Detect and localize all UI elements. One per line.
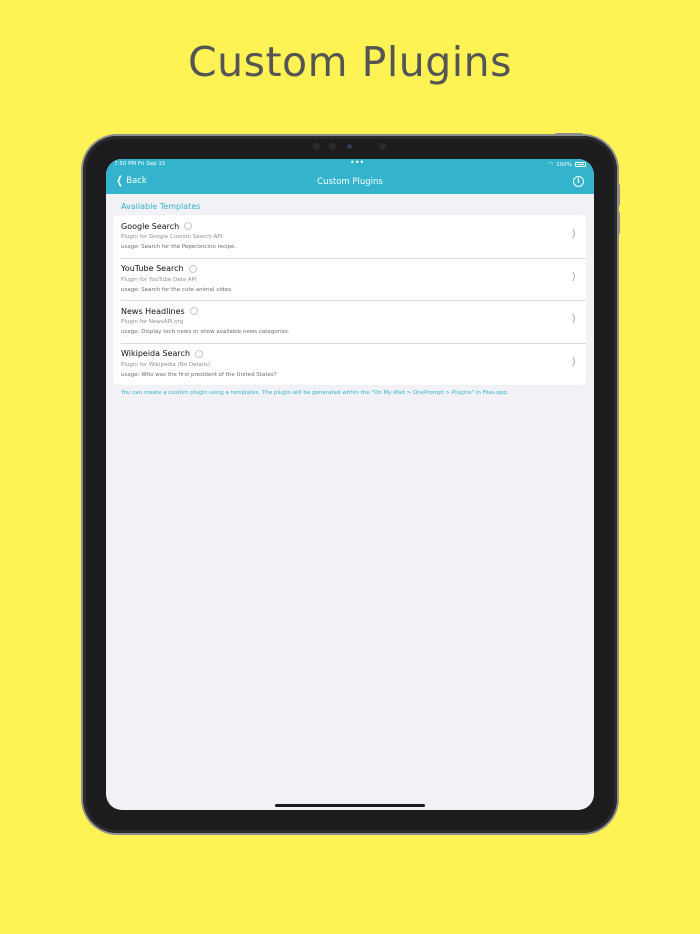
sensor-dot xyxy=(329,143,336,150)
template-name: Wikipeida Search xyxy=(121,349,191,358)
status-circle-icon xyxy=(195,349,204,358)
template-row-wikipedia-search[interactable]: Wikipeida Search Plugin for Wikipedia (N… xyxy=(113,342,586,386)
templates-list: Google Search Plugin for Google Custom S… xyxy=(113,215,586,385)
template-usage: usage: Search for the Peperoncino recipe… xyxy=(121,244,237,250)
wifi-icon: ◠ xyxy=(548,161,554,168)
status-circle-icon xyxy=(184,222,193,230)
chevron-right-icon: ❯ xyxy=(571,229,577,239)
template-usage: usage: Display tech news or show availab… xyxy=(121,329,290,335)
template-row-youtube-search[interactable]: YouTube Search Plugin for YouTube Data A… xyxy=(113,257,586,301)
chevron-right-icon: ❯ xyxy=(571,271,577,282)
info-icon[interactable]: i xyxy=(573,176,584,187)
template-description: Plugin for Google Custom Search API xyxy=(121,234,223,240)
camera-lens xyxy=(347,144,352,149)
status-right: ◠ 100% xyxy=(548,161,586,168)
template-description: Plugin for YouTube Data API xyxy=(121,276,197,283)
template-name: YouTube Search xyxy=(121,264,184,273)
status-time: 7:50 PM Fri Sep 15 xyxy=(114,161,166,167)
template-description: Plugin for NewsAPI.org xyxy=(121,319,184,325)
headline: Custom Plugins xyxy=(188,38,512,86)
template-usage: usage: Search for the cute animal video. xyxy=(121,286,233,293)
top-button xyxy=(555,133,583,136)
section-header: Available Templates xyxy=(121,202,201,211)
template-name: News Headlines xyxy=(121,306,185,316)
template-row-google-search[interactable]: Google Search Plugin for Google Custom S… xyxy=(113,215,586,258)
ipad-frame: 7:50 PM Fri Sep 15 ••• ◠ 100% ❮ Back Cus… xyxy=(83,133,620,833)
multitasking-dots-icon[interactable]: ••• xyxy=(350,159,364,167)
status-bar: 7:50 PM Fri Sep 15 ••• ◠ 100% xyxy=(114,159,586,171)
status-circle-icon xyxy=(188,264,197,273)
volume-down-button xyxy=(617,212,620,234)
sensor-dot xyxy=(313,143,320,150)
chevron-right-icon: ❯ xyxy=(571,356,577,367)
template-name: Google Search xyxy=(121,221,180,231)
status-circle-icon xyxy=(189,307,198,315)
home-indicator[interactable] xyxy=(275,804,425,807)
sensor-dot xyxy=(379,143,386,150)
volume-up-button xyxy=(617,184,620,206)
chevron-right-icon: ❯ xyxy=(571,314,577,324)
ipad-screen: 7:50 PM Fri Sep 15 ••• ◠ 100% ❮ Back Cus… xyxy=(106,159,594,810)
template-description: Plugin for Wikipedia (No Details) xyxy=(121,361,211,368)
footer-note: You can create a custom plugin using a t… xyxy=(121,390,509,396)
page-title: Custom Plugins xyxy=(317,177,383,187)
battery-percent: 100% xyxy=(556,161,572,168)
battery-icon xyxy=(575,162,586,167)
template-row-news-headlines[interactable]: News Headlines Plugin for NewsAPI.org us… xyxy=(113,300,586,343)
template-usage: usage: Who was the first president of th… xyxy=(121,371,277,378)
navigation-bar: 7:50 PM Fri Sep 15 ••• ◠ 100% ❮ Back Cus… xyxy=(106,159,594,194)
